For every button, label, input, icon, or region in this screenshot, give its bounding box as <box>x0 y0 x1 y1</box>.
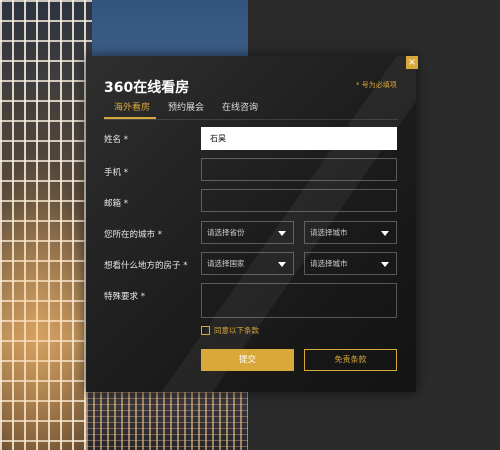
tab-book-exhibition[interactable]: 预约展会 <box>168 100 204 113</box>
building-glow <box>0 150 92 450</box>
name-label: 姓名 * <box>104 135 128 145</box>
tab-divider <box>104 119 398 120</box>
city-select[interactable]: 请选择城市 <box>304 221 397 244</box>
city-label: 您所在的城市 * <box>104 230 162 240</box>
city-lights <box>86 392 248 450</box>
required-note: * 号为必填项 <box>356 81 397 89</box>
email-label: 邮箱 * <box>104 199 128 209</box>
modal-title: 360在线看房 <box>104 80 190 96</box>
chevron-down-icon <box>381 262 389 267</box>
country-select-value: 请选择国家 <box>207 259 245 268</box>
phone-input[interactable] <box>201 158 397 181</box>
province-select[interactable]: 请选择省份 <box>201 221 294 244</box>
chevron-down-icon <box>278 231 286 236</box>
notes-label: 特殊要求 * <box>104 292 145 302</box>
notes-textarea[interactable] <box>201 283 397 318</box>
house-city-select-value: 请选择城市 <box>310 259 348 268</box>
chevron-down-icon <box>381 231 389 236</box>
chevron-down-icon <box>278 262 286 267</box>
country-select[interactable]: 请选择国家 <box>201 252 294 275</box>
terms-button[interactable]: 免责条款 <box>304 349 397 371</box>
email-input[interactable] <box>201 189 397 212</box>
phone-label: 手机 * <box>104 168 128 178</box>
close-icon[interactable]: × <box>408 57 416 68</box>
active-tab-indicator <box>104 117 156 119</box>
tab-overseas-viewing[interactable]: 海外看房 <box>114 100 150 113</box>
agree-label[interactable]: 同意以下条款 <box>214 325 259 336</box>
submit-button[interactable]: 提交 <box>201 349 294 371</box>
city-select-value: 请选择城市 <box>310 228 348 237</box>
province-select-value: 请选择省份 <box>207 228 245 237</box>
close-button[interactable]: × <box>406 56 418 69</box>
house-location-label: 想看什么地方的房子 * <box>104 261 188 271</box>
agree-checkbox[interactable] <box>201 326 210 335</box>
name-input[interactable]: 石昊 <box>201 127 397 150</box>
tab-online-consult[interactable]: 在线咨询 <box>222 100 258 113</box>
house-city-select[interactable]: 请选择城市 <box>304 252 397 275</box>
